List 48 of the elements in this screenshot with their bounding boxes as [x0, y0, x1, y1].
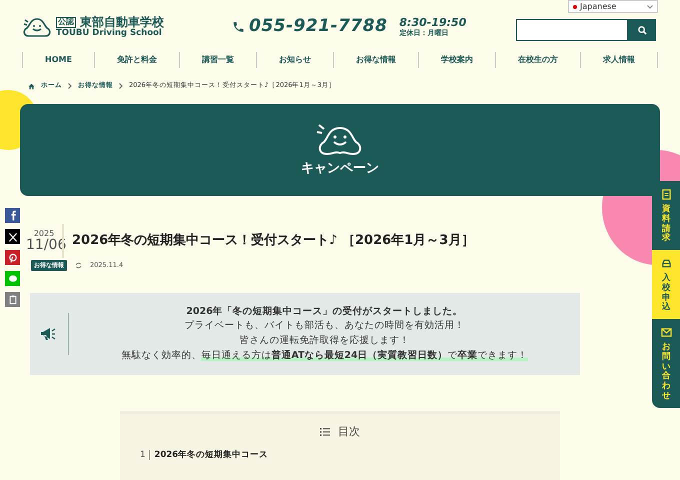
search-icon: [638, 26, 646, 34]
language-select[interactable]: Japanese: [568, 0, 658, 13]
chevron-right-icon: [68, 83, 72, 89]
nav-link[interactable]: HOME: [22, 52, 94, 68]
search-button[interactable]: [628, 19, 656, 41]
notice-text: 無駄なく効率的、毎日通える方は普通ATなら最短24日（実質教習日数）で卒業できます！: [120, 348, 529, 363]
post-year: 2025: [32, 230, 56, 238]
pinterest-share-button[interactable]: [5, 250, 20, 265]
notice-text: プライベートも、バイトも部活も、あなたの時間を有効活用！: [184, 319, 466, 334]
megaphone-icon: [40, 327, 56, 341]
document-side-tab[interactable]: 資料請求: [652, 181, 680, 250]
toc-link[interactable]: 1 2026年冬の短期集中コース: [140, 448, 540, 462]
pinterest-icon: [6, 252, 18, 264]
chevron-down-icon: [647, 4, 653, 8]
search-field[interactable]: [516, 19, 628, 41]
nav-link[interactable]: お知らせ: [256, 52, 333, 68]
nav-link[interactable]: 学校案内: [418, 52, 496, 68]
logo-badge: 公認: [56, 16, 76, 28]
nav-link[interactable]: 講習一覧: [178, 52, 256, 68]
school-subtitle: TOUBU Driving School: [56, 28, 162, 38]
notice-text: 2026年「冬の短期集中コース」の受付がスタートしました。: [185, 304, 464, 319]
mail-icon: [660, 327, 672, 338]
mascot-logo-icon: [22, 15, 52, 39]
toc-title: 目次: [338, 424, 360, 440]
home-icon: [28, 82, 35, 90]
notice-text: 皆さんの運転免許取得を応援します！: [238, 334, 410, 348]
nav-link[interactable]: 求人情報: [580, 52, 658, 68]
copy-share-button[interactable]: [5, 292, 20, 307]
facebook-share-button[interactable]: [5, 208, 20, 223]
chevron-right-icon: [119, 83, 123, 89]
mail-side-tab[interactable]: お問い合わせ: [652, 319, 680, 408]
post-title: 2026年冬の短期集中コース！受付スタート♪ ［2026年1月～3月］: [62, 224, 474, 258]
x-icon: [6, 230, 18, 242]
school-name: 東部自動車学校: [80, 16, 164, 29]
nav-link[interactable]: 在校生の方: [495, 52, 580, 68]
nav-link[interactable]: お得な情報: [332, 52, 418, 68]
document-icon: [660, 189, 672, 200]
phone-number: 055-921-7788: [249, 15, 388, 38]
banner-title: キャンペーン: [301, 160, 379, 178]
copy-icon: [6, 294, 18, 306]
car-icon: [660, 258, 672, 270]
car-side-tab[interactable]: 入校申込: [652, 250, 680, 320]
phone-icon: [232, 20, 245, 34]
list-icon: [320, 428, 330, 436]
opening-hours: 8:30-19:50: [399, 16, 466, 29]
refresh-icon: [75, 262, 82, 269]
x-share-button[interactable]: [5, 229, 20, 244]
nav-link[interactable]: 免許と料金: [94, 52, 179, 68]
